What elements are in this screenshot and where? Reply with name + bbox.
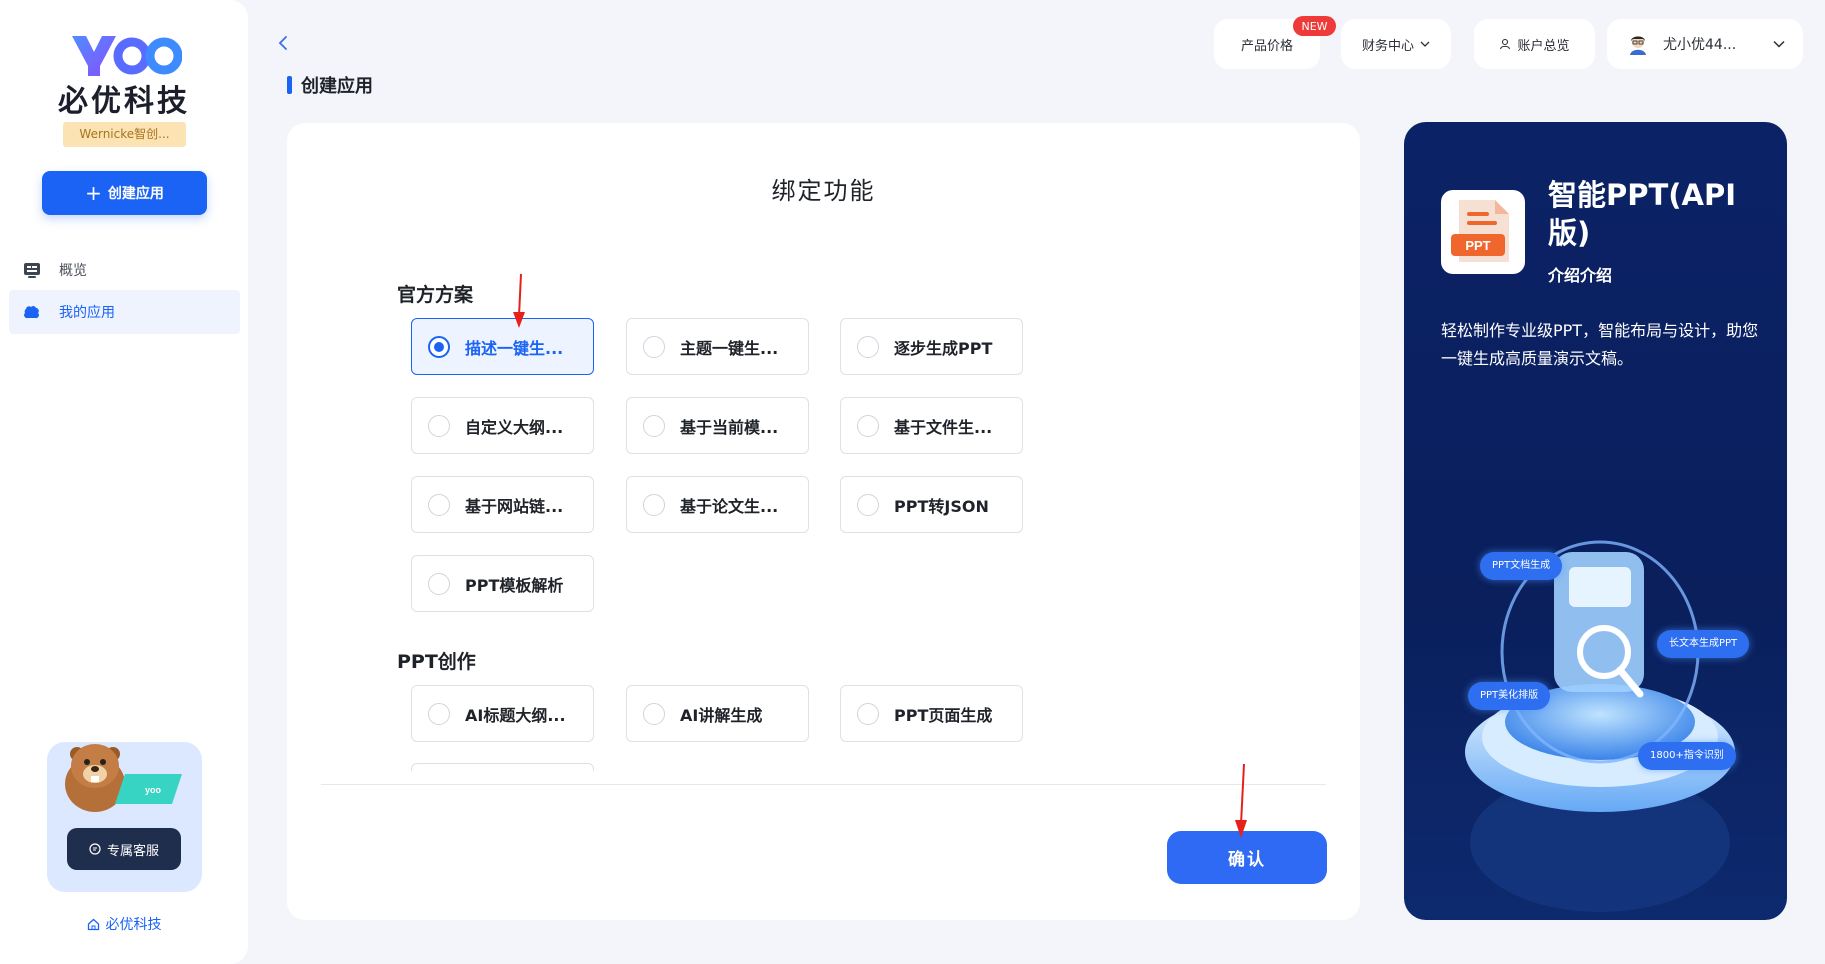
- sidebar-item-label: 我的应用: [59, 305, 115, 321]
- option-step-generate[interactable]: 逐步生成PPT: [840, 318, 1023, 375]
- option-label: PPT页面生成: [894, 705, 993, 725]
- beaver-mascot-icon: yoo: [65, 744, 182, 812]
- radio-icon: [857, 414, 879, 437]
- org-badge[interactable]: Wernicke智创...: [63, 122, 186, 147]
- option-topic-generate[interactable]: 主题一键生...: [626, 318, 809, 375]
- account-label: 账户总览: [1517, 38, 1570, 54]
- radio-icon: [428, 702, 450, 725]
- annotation-arrow-icon: [1235, 763, 1247, 838]
- svg-text:yoo: yoo: [145, 785, 162, 795]
- radio-icon: [428, 572, 450, 595]
- option-label: 自定义大纲...: [465, 417, 564, 437]
- account-overview-button[interactable]: 账户总览: [1474, 19, 1595, 69]
- option-describe-generate[interactable]: 描述一键生...: [411, 318, 594, 375]
- option-label: 基于论文生...: [680, 496, 779, 516]
- user-menu[interactable]: 尤小优44...: [1607, 19, 1803, 69]
- app-name: 智能PPT(API版): [1548, 178, 1737, 250]
- section-label-ppt-creation: PPT创作: [397, 651, 476, 673]
- ppt-illustration-icon: [1465, 540, 1735, 912]
- option-label: PPT转JSON: [894, 496, 989, 516]
- radio-icon: [428, 414, 450, 437]
- back-chevron-icon[interactable]: [276, 34, 290, 52]
- radio-icon: [428, 335, 450, 358]
- tag-ppt-doc: PPT文档生成: [1480, 552, 1563, 580]
- option-label: 基于当前模...: [680, 417, 779, 437]
- home-icon: [87, 918, 99, 930]
- option-label: PPT模板解析: [465, 575, 564, 595]
- tag-commands: 1800+指令识别: [1638, 742, 1736, 770]
- option-current-template[interactable]: 基于当前模...: [626, 397, 809, 454]
- radio-icon: [428, 493, 450, 516]
- option-label: AI讲解生成: [680, 705, 763, 725]
- option-website-link[interactable]: 基于网站链...: [411, 476, 594, 533]
- home-brand-link[interactable]: 必优科技: [0, 914, 248, 934]
- new-badge: NEW: [1293, 16, 1336, 36]
- overview-icon: [24, 263, 40, 278]
- ppt-icon-text: PPT: [1465, 238, 1490, 253]
- create-app-button[interactable]: + 创建应用: [42, 171, 207, 215]
- option-label: 基于文件生...: [894, 417, 993, 437]
- radio-icon: [643, 414, 665, 437]
- bottom-brand-label: 必优科技: [105, 917, 162, 933]
- option-label: 描述一键生...: [465, 338, 564, 358]
- option-partially-hidden[interactable]: [411, 763, 594, 771]
- radio-icon: [643, 335, 665, 358]
- finance-dropdown[interactable]: 财务中心: [1341, 19, 1451, 69]
- radio-icon: [857, 335, 879, 358]
- annotation-arrow-icon: [513, 273, 525, 328]
- option-file-generate[interactable]: 基于文件生...: [840, 397, 1023, 454]
- divider: [321, 784, 1326, 785]
- option-ppt-to-json[interactable]: PPT转JSON: [840, 476, 1023, 533]
- user-icon: [1500, 38, 1511, 50]
- card-title: 绑定功能: [771, 177, 876, 205]
- pricing-label: 产品价格: [1240, 38, 1293, 54]
- chat-icon: [89, 843, 101, 855]
- option-label: 主题一键生...: [680, 338, 779, 358]
- dedicated-service-button[interactable]: 专属客服: [67, 828, 181, 870]
- app-description: 轻松制作专业级PPT，智能布局与设计，助您一键生成高质量演示文稿。: [1441, 321, 1759, 368]
- chevron-down-icon: [1420, 41, 1430, 47]
- service-label: 专属客服: [106, 843, 159, 859]
- avatar: [1630, 36, 1646, 55]
- plus-icon: +: [85, 181, 102, 205]
- tag-long-text: 长文本生成PPT: [1657, 630, 1750, 658]
- service-card: yoo 专属客服: [47, 742, 202, 892]
- ppt-app-icon: PPT: [1441, 190, 1525, 274]
- sidebar-item-overview[interactable]: 概览: [9, 248, 240, 292]
- page-title: 创建应用: [287, 72, 373, 98]
- option-custom-outline[interactable]: 自定义大纲...: [411, 397, 594, 454]
- radio-icon: [643, 702, 665, 725]
- option-paper-generate[interactable]: 基于论文生...: [626, 476, 809, 533]
- option-label: 逐步生成PPT: [894, 338, 993, 358]
- option-ai-title-outline[interactable]: AI标题大纲...: [411, 685, 594, 742]
- radio-icon: [857, 493, 879, 516]
- yoo-logo-icon: [72, 36, 182, 76]
- option-label: AI标题大纲...: [465, 705, 566, 725]
- app-intro-panel: PPT 智能PPT(API版) 介绍介绍 轻松制作专业级PPT，智能布局与设计，…: [1404, 122, 1787, 920]
- section-label-official: 官方方案: [397, 284, 474, 306]
- sidebar-item-label: 概览: [59, 263, 87, 279]
- create-app-label: 创建应用: [107, 186, 164, 202]
- option-label: 基于网站链...: [465, 496, 564, 516]
- finance-label: 财务中心: [1361, 38, 1414, 54]
- radio-icon: [643, 493, 665, 516]
- brand-name: 必优科技: [58, 84, 190, 119]
- chevron-down-icon: [1773, 40, 1785, 48]
- option-ai-explain[interactable]: AI讲解生成: [626, 685, 809, 742]
- radio-icon: [857, 702, 879, 725]
- option-template-parse[interactable]: PPT模板解析: [411, 555, 594, 612]
- sidebar-item-my-apps[interactable]: 我的应用: [9, 290, 240, 334]
- apps-icon: [24, 306, 39, 319]
- bind-function-card: 绑定功能 官方方案 描述一键生... 主题一键生... 逐步生成PPT 自定义大…: [287, 123, 1360, 920]
- ppt-file-icon: PPT: [1451, 200, 1509, 262]
- user-name: 尤小优44...: [1663, 37, 1737, 53]
- option-page-generate[interactable]: PPT页面生成: [840, 685, 1023, 742]
- tag-beautify: PPT美化排版: [1468, 682, 1551, 710]
- app-subtitle: 介绍介绍: [1548, 266, 1613, 285]
- sidebar: 必优科技 Wernicke智创... + 创建应用 概览 我的应用 yoo 专属…: [0, 0, 248, 964]
